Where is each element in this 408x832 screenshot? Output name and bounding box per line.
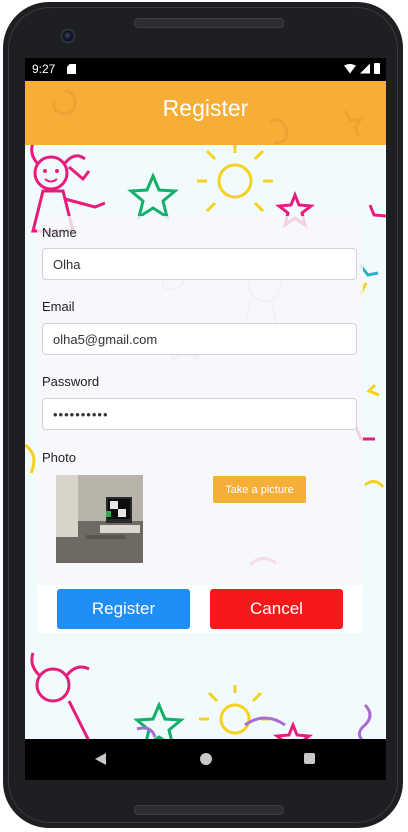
name-input[interactable]: Olha (42, 248, 357, 280)
sun-doodle-top (197, 145, 273, 213)
cancel-button[interactable]: Cancel (210, 589, 343, 629)
page-title: Register (162, 95, 249, 121)
password-input[interactable]: •••••••••• (42, 398, 357, 430)
girl-doodle-bottom (30, 652, 90, 739)
signal-icon (360, 63, 370, 74)
action-bar: Register Cancel (37, 585, 363, 633)
navigation-bar (25, 739, 386, 780)
take-picture-button[interactable]: Take a picture (213, 476, 306, 503)
battery-icon (374, 63, 380, 74)
sun-doodle-bottom (199, 685, 271, 735)
home-icon[interactable] (200, 753, 212, 765)
front-camera (61, 29, 75, 43)
recents-icon[interactable] (304, 753, 315, 764)
password-label: Password (42, 374, 100, 389)
room-photo-image (56, 475, 143, 563)
register-button[interactable]: Register (57, 589, 190, 629)
status-icons (344, 63, 380, 74)
bottom-speaker (134, 805, 284, 815)
email-label: Email (42, 299, 75, 314)
photo-thumbnail (56, 475, 143, 563)
sd-card-icon (67, 64, 76, 74)
register-form: Name Olha Email olha5@gmail.com Password… (37, 216, 363, 584)
email-input[interactable]: olha5@gmail.com (42, 323, 357, 355)
register-content: Name Olha Email olha5@gmail.com Password… (25, 145, 386, 739)
status-bar: 9:27 (25, 58, 386, 81)
wifi-icon (344, 63, 356, 74)
status-time: 9:27 (32, 62, 56, 76)
app-bar: Register (25, 81, 386, 145)
device-screen: 9:27 Register Name Olha Email olha5@gmai… (25, 58, 386, 780)
photo-label: Photo (42, 450, 76, 465)
back-icon[interactable] (95, 753, 106, 765)
name-label: Name (42, 225, 77, 240)
earpiece-speaker (134, 18, 284, 28)
